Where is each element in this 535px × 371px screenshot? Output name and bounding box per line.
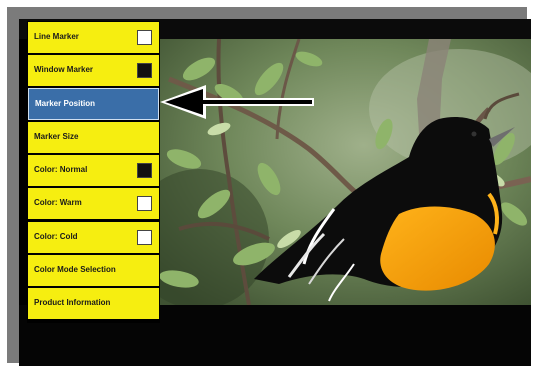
menu-item-label: Marker Size (34, 132, 79, 141)
menu-item-color-normal[interactable]: Color: Normal (28, 155, 159, 187)
menu-item-line-marker[interactable]: Line Marker (28, 22, 159, 54)
menu-item-marker-size[interactable]: Marker Size (28, 122, 159, 154)
left-arrow-icon (160, 85, 314, 119)
settings-menu: Line Marker Window Marker Marker Positio… (27, 21, 160, 323)
menu-item-label: Color Mode Selection (34, 265, 116, 274)
menu-item-label: Color: Normal (34, 165, 88, 174)
line-marker-swatch-icon (137, 30, 152, 45)
menu-item-marker-position[interactable]: Marker Position (28, 88, 159, 120)
menu-item-color-cold[interactable]: Color: Cold (28, 222, 159, 254)
oriole-photo (159, 39, 531, 305)
menu-item-color-warm[interactable]: Color: Warm (28, 188, 159, 220)
color-normal-swatch-icon (137, 163, 152, 178)
color-cold-swatch-icon (137, 230, 152, 245)
menu-item-product-information[interactable]: Product Information (28, 288, 159, 320)
menu-item-window-marker[interactable]: Window Marker (28, 55, 159, 87)
menu-item-label: Color: Cold (34, 232, 78, 241)
color-warm-swatch-icon (137, 196, 152, 211)
menu-item-label: Line Marker (34, 32, 79, 41)
menu-item-label: Window Marker (34, 65, 94, 74)
menu-item-label: Product Information (34, 298, 111, 307)
menu-item-color-mode-selection[interactable]: Color Mode Selection (28, 255, 159, 287)
menu-item-label: Color: Warm (34, 198, 82, 207)
menu-item-label: Marker Position (35, 99, 96, 108)
window-marker-swatch-icon (137, 63, 152, 78)
